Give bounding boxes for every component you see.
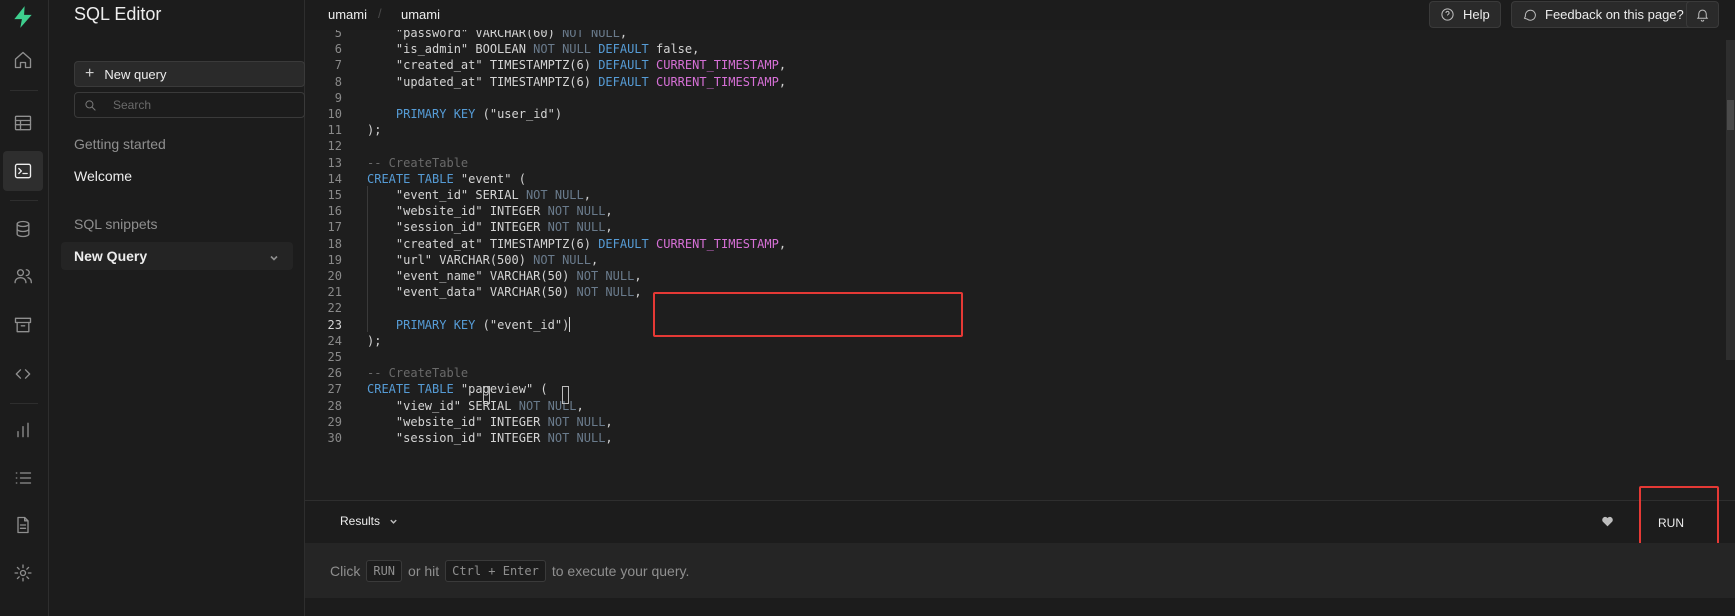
breadcrumb-org[interactable]: umami [328, 7, 367, 22]
code-line[interactable]: 30 "session_id" INTEGER NOT NULL, [305, 429, 1725, 447]
bell-icon [1696, 9, 1709, 22]
sql-code-editor[interactable]: 5 "password" VARCHAR(60) NOT NULL, 6 "is_… [305, 30, 1735, 500]
breadcrumb-project[interactable]: umami [401, 7, 440, 22]
search-box[interactable] [74, 92, 305, 118]
top-bar: umami / umami Help Feedback on this page… [305, 0, 1735, 30]
rail-divider [10, 403, 38, 404]
getting-started-label: Getting started [74, 136, 166, 152]
sql-editor-sidebar: SQL Editor + New query Getting started W… [49, 0, 305, 616]
hint-suffix: to execute your query. [551, 563, 690, 579]
search-icon [85, 99, 96, 111]
indent-guide [367, 186, 368, 332]
heart-icon[interactable] [1601, 515, 1614, 528]
home-icon[interactable] [3, 40, 43, 80]
breadcrumb-separator: / [378, 6, 382, 21]
feedback-label: Feedback on this page? [1545, 7, 1684, 22]
welcome-link[interactable]: Welcome [74, 168, 132, 184]
document-icon[interactable] [3, 505, 43, 545]
shortcut-badge: Ctrl + Enter [445, 560, 546, 582]
text-cursor [569, 316, 571, 332]
snippet-item-label: New Query [74, 248, 148, 264]
results-pane: Click RUN or hit Ctrl + Enter to execute… [305, 543, 1735, 598]
scrollbar-thumb[interactable] [1727, 100, 1734, 130]
help-label: Help [1463, 7, 1490, 22]
message-icon [1523, 9, 1536, 21]
hint-prefix: Click [330, 563, 361, 579]
logo-bolt-icon[interactable] [3, 0, 43, 37]
terminal-icon[interactable] [3, 151, 43, 191]
hint-mid: or hit [408, 563, 440, 579]
snippet-item-new-query[interactable]: New Query [61, 242, 293, 270]
code-icon[interactable] [3, 354, 43, 394]
users-icon[interactable] [3, 256, 43, 296]
feedback-button[interactable]: Feedback on this page? [1511, 1, 1695, 28]
editor-scrollbar[interactable] [1726, 40, 1735, 360]
table-icon[interactable] [3, 103, 43, 143]
new-query-label: New query [104, 66, 167, 82]
icon-rail [0, 0, 49, 616]
rail-divider [10, 200, 38, 201]
code-text[interactable]: "session_id" INTEGER NOT NULL, [367, 429, 613, 447]
results-tab[interactable]: Results [340, 514, 398, 528]
results-tab-label: Results [340, 514, 381, 528]
results-toolbar: Results RUN [305, 500, 1735, 543]
help-button[interactable]: Help [1429, 1, 1501, 28]
help-circle-icon [1441, 8, 1454, 21]
plus-icon: + [85, 65, 95, 82]
highlight-event-columns [653, 292, 963, 337]
line-number: 30 [327, 431, 342, 445]
sql-snippets-label: SQL snippets [74, 216, 158, 232]
chevron-down-icon[interactable] [269, 250, 279, 261]
execute-hint: Click RUN or hit Ctrl + Enter to execute… [330, 560, 689, 582]
sidebar-title: SQL Editor [74, 4, 162, 24]
bottom-strip [305, 598, 1735, 616]
search-input[interactable] [113, 98, 293, 112]
archive-icon[interactable] [3, 305, 43, 345]
bar-chart-icon[interactable] [3, 410, 43, 450]
ghost-placeholder-box [483, 386, 490, 404]
list-icon[interactable] [3, 458, 43, 498]
notifications-button[interactable] [1686, 1, 1719, 28]
database-icon[interactable] [3, 209, 43, 249]
new-query-button[interactable]: + New query [74, 61, 305, 87]
chevron-down-icon [390, 519, 397, 524]
rail-divider [10, 90, 38, 91]
gear-icon[interactable] [3, 553, 43, 593]
ghost-placeholder-box [562, 386, 569, 404]
highlight-run-button [1639, 486, 1719, 551]
run-key-badge: RUN [366, 560, 403, 582]
